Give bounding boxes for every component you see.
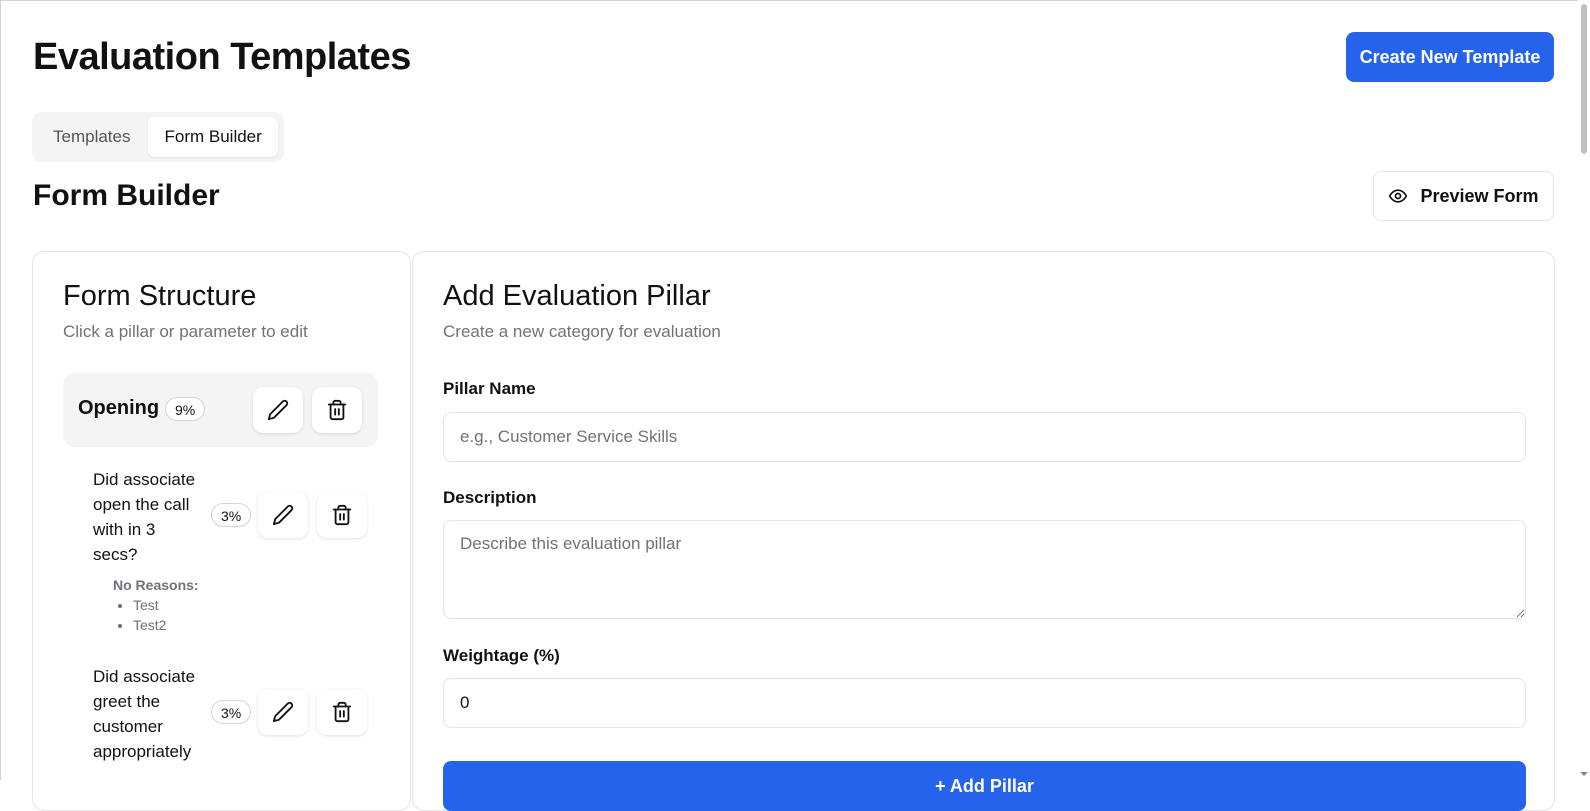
- delete-parameter-button[interactable]: [317, 689, 367, 735]
- trash-icon: [332, 504, 352, 526]
- no-reasons-list: No Reasons: Test Test2: [113, 577, 199, 635]
- tab-form-builder[interactable]: Form Builder: [148, 117, 278, 157]
- pillar-name-label: Pillar Name: [443, 379, 536, 398]
- parameter-text[interactable]: Did associate greet the customer appropr…: [93, 664, 203, 764]
- pencil-icon: [272, 504, 294, 526]
- section-title: Form Builder: [33, 179, 220, 212]
- description-textarea[interactable]: [443, 520, 1526, 619]
- view-tabs: Templates Form Builder: [32, 112, 284, 162]
- create-template-button[interactable]: Create New Template: [1346, 32, 1554, 82]
- tab-templates[interactable]: Templates: [37, 117, 146, 157]
- edit-parameter-button[interactable]: [258, 492, 308, 538]
- preview-form-button[interactable]: Preview Form: [1373, 171, 1554, 221]
- add-pillar-subtitle: Create a new category for evaluation: [443, 322, 721, 341]
- parameter-weight-badge: 3%: [211, 700, 252, 724]
- no-reasons-label: No Reasons:: [113, 577, 199, 593]
- delete-parameter-button[interactable]: [317, 492, 367, 538]
- weightage-label: Weightage (%): [443, 646, 560, 665]
- page-title: Evaluation Templates: [33, 36, 411, 78]
- pencil-icon: [272, 701, 294, 723]
- delete-pillar-button[interactable]: [312, 387, 362, 433]
- edit-pillar-button[interactable]: [253, 387, 303, 433]
- preview-form-label: Preview Form: [1420, 185, 1539, 206]
- page-scrollbar[interactable]: [1578, 0, 1590, 780]
- trash-icon: [327, 399, 347, 421]
- form-structure-subtitle: Click a pillar or parameter to edit: [63, 322, 308, 341]
- add-pillar-title: Add Evaluation Pillar: [443, 280, 711, 312]
- reason-item: Test2: [133, 615, 199, 635]
- reason-item: Test: [133, 595, 199, 615]
- parameter-text[interactable]: Did associate open the call with in 3 se…: [93, 467, 203, 567]
- pillar-name-input[interactable]: [443, 412, 1526, 462]
- add-pillar-button[interactable]: + Add Pillar: [443, 761, 1526, 811]
- weightage-input[interactable]: [443, 678, 1526, 728]
- description-label: Description: [443, 488, 537, 507]
- eye-icon: [1388, 186, 1408, 206]
- scroll-down-arrow-icon[interactable]: [1580, 770, 1588, 778]
- edit-parameter-button[interactable]: [258, 689, 308, 735]
- window-left-border: [0, 0, 1, 780]
- form-structure-card: Form Structure Click a pillar or paramet…: [32, 251, 411, 811]
- form-structure-title: Form Structure: [63, 280, 257, 312]
- window-top-border: [0, 0, 1590, 1]
- pillar-weight-badge: 9%: [165, 397, 206, 421]
- trash-icon: [332, 701, 352, 723]
- pillar-item[interactable]: Opening 9%: [63, 373, 378, 447]
- add-pillar-card: Add Evaluation Pillar Create a new categ…: [412, 251, 1555, 811]
- pencil-icon: [267, 399, 289, 421]
- scrollbar-thumb[interactable]: [1581, 4, 1587, 154]
- parameter-weight-badge: 3%: [211, 503, 252, 527]
- pillar-name: Opening: [78, 397, 160, 419]
